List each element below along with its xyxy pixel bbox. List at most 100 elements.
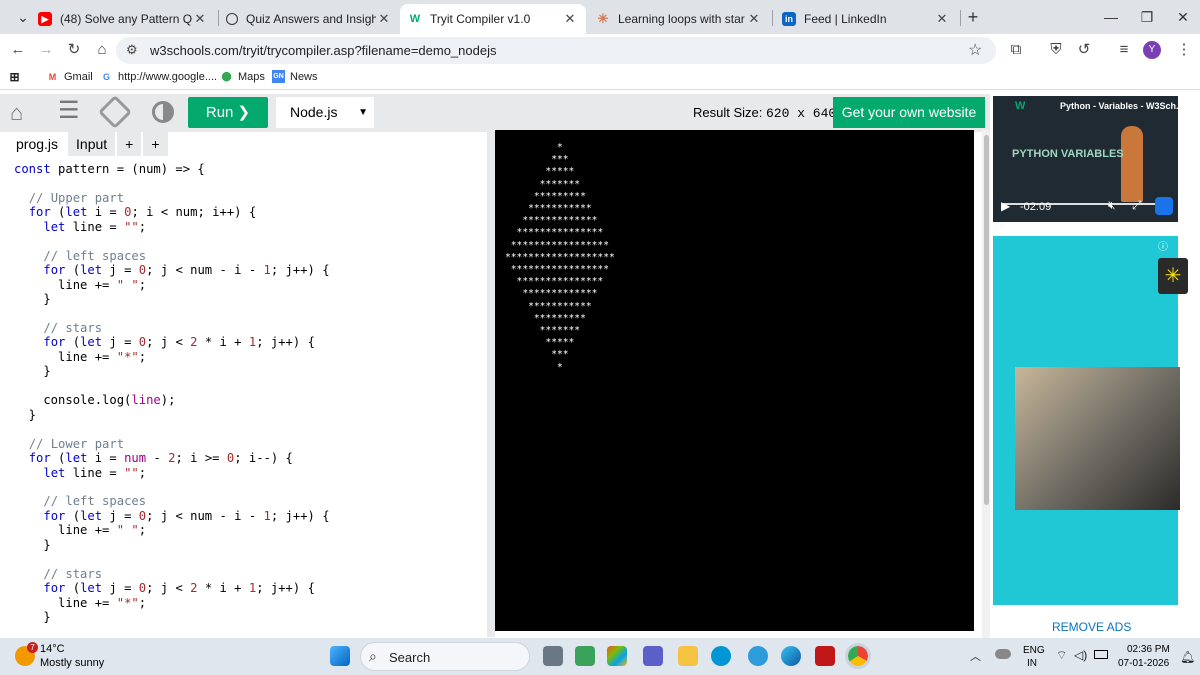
video-time: -02:09 (1020, 201, 1052, 213)
forward-icon[interactable]: → (34, 38, 58, 62)
bookmark-label: News (290, 70, 318, 83)
close-icon[interactable]: ✕ (376, 11, 392, 27)
bookmark-news[interactable]: GN News (272, 70, 318, 83)
shield-icon[interactable]: ⛨ (1044, 38, 1068, 62)
tab-tryit-compiler[interactable]: W Tryit Compiler v1.0 ✕ (400, 4, 586, 34)
bookmark-star-icon[interactable]: ☆ (968, 40, 982, 60)
clock-date[interactable]: 07-01-2026 (1118, 658, 1169, 669)
linkedin-icon: in (782, 12, 796, 26)
help-icon[interactable] (748, 646, 768, 666)
language-indicator[interactable]: ENG (1023, 645, 1045, 656)
language-select[interactable]: Node.js ▼ (276, 97, 374, 128)
history-icon[interactable]: ↺ (1072, 38, 1096, 62)
menu-icon[interactable]: ⋮ (1172, 38, 1196, 62)
window-close-button[interactable]: ✕ (1168, 6, 1198, 28)
output-line: *** (505, 349, 569, 361)
weather-description: Mostly sunny (40, 657, 105, 669)
file-explorer-icon[interactable] (678, 646, 698, 666)
close-icon[interactable]: ✕ (562, 11, 578, 27)
store-icon[interactable] (575, 646, 595, 666)
video-brand-icon (1155, 197, 1173, 215)
url-text[interactable]: w3schools.com/tryit/trycompiler.asp?file… (150, 43, 496, 58)
get-website-button[interactable]: Get your own website (833, 97, 985, 128)
close-icon[interactable]: ✕ (746, 11, 762, 27)
apps-icon[interactable]: ⊞ (8, 70, 26, 84)
chrome-icon[interactable] (845, 643, 871, 669)
bookmarks-bar: ⊞ M Gmail Ghttp://www.google.... ⬤ Maps GN… (0, 66, 1200, 90)
home-icon[interactable]: ⌂ (10, 100, 23, 126)
temperature: 14°C (40, 643, 65, 655)
back-icon[interactable]: ← (6, 38, 30, 62)
taskbar-search[interactable]: ⌕ Search (360, 642, 530, 671)
scrollbar-thumb[interactable] (984, 135, 989, 505)
wifi-icon[interactable]: ⌔ (1056, 648, 1067, 663)
editor-divider[interactable] (487, 132, 495, 637)
rotate-layout-icon[interactable] (98, 95, 132, 129)
battery-icon[interactable] (1094, 650, 1108, 659)
menu-icon[interactable]: ☰ (58, 99, 80, 123)
edge-icon[interactable] (781, 646, 801, 666)
ad-info-icon[interactable]: ⓘ (1158, 238, 1168, 253)
tab-quiz[interactable]: Quiz Answers and Insights ✕ (218, 4, 400, 34)
maps-icon: ⬤ (221, 71, 232, 81)
add-file-button[interactable]: + (143, 132, 168, 156)
tab-linkedin[interactable]: in Feed | LinkedIn ✕ (774, 4, 958, 34)
clock-time[interactable]: 02:36 PM (1127, 644, 1170, 655)
code-editor[interactable]: prog.js Input + + const pattern = (num) … (0, 132, 487, 637)
output-line: ************* (505, 215, 598, 227)
mute-icon[interactable]: 🔇︎ (1108, 198, 1116, 213)
mcafee-icon[interactable] (815, 646, 835, 666)
bookmark-gmail[interactable]: M Gmail (46, 70, 93, 83)
bookmark-google[interactable]: Ghttp://www.google.... (100, 70, 217, 83)
tab-input[interactable]: Input (68, 132, 116, 156)
tab-prog-js[interactable]: prog.js (8, 132, 67, 156)
tab-claude[interactable]: ✳ Learning loops with star pattern ✕ (588, 4, 770, 34)
news-icon: GN (272, 70, 285, 83)
run-button[interactable]: Run ❯ (188, 97, 268, 128)
bookmark-label: Maps (238, 70, 265, 83)
address-bar[interactable]: ⚙ w3schools.com/tryit/trycompiler.asp?fi… (116, 37, 996, 64)
notification-icon[interactable]: 🔔︎ (1180, 650, 1195, 664)
volume-icon[interactable]: ◁) (1074, 648, 1087, 662)
ad-photo (1015, 367, 1180, 510)
extensions-icon[interactable]: ⧉ (1004, 38, 1028, 62)
windows-start-icon[interactable] (330, 646, 350, 666)
video-heading: PYTHON VARIABLES (1012, 148, 1124, 160)
tab-search-icon[interactable]: ⌄ (8, 6, 38, 28)
search-label: Search (389, 650, 431, 665)
remove-ads-link[interactable]: REMOVE ADS (1052, 620, 1131, 634)
output-line: *************** (505, 227, 604, 239)
output-line: ***** (505, 337, 575, 349)
add-file-button[interactable]: + (117, 132, 142, 156)
tab-title: (48) Solve any Pattern Question (60, 12, 192, 26)
close-icon[interactable]: ✕ (934, 11, 950, 27)
tab-youtube[interactable]: ▶ (48) Solve any Pattern Question ✕ (30, 4, 216, 34)
dark-mode-icon[interactable] (152, 101, 174, 123)
cloud-icon[interactable] (995, 649, 1011, 659)
tab-title: Tryit Compiler v1.0 (430, 12, 531, 26)
copilot-icon[interactable] (607, 646, 627, 666)
code-text[interactable]: const pattern = (num) => { // Upper part… (14, 162, 330, 625)
restore-button[interactable]: ❐ (1132, 6, 1162, 28)
language-value: Node.js (290, 104, 338, 120)
output-line: * (505, 361, 563, 373)
chevron-up-icon[interactable]: ︿ (970, 648, 981, 664)
fullscreen-icon[interactable]: ⤢ (1132, 198, 1142, 213)
site-info-icon[interactable]: ⚙ (126, 42, 138, 58)
bookmark-maps[interactable]: ⬤ Maps (220, 70, 265, 83)
teams-icon[interactable] (643, 646, 663, 666)
reading-list-icon[interactable]: ≡ (1112, 38, 1136, 62)
reload-icon[interactable]: ↻ (62, 38, 86, 62)
w3schools-logo-icon: W (1015, 100, 1026, 112)
new-tab-button[interactable]: + (958, 6, 988, 28)
task-view-icon[interactable] (543, 646, 563, 666)
minimize-button[interactable]: — (1096, 6, 1126, 28)
w3schools-icon: W (408, 12, 422, 26)
play-icon[interactable]: ▶ (1001, 199, 1010, 213)
close-icon[interactable]: ✕ (192, 11, 208, 27)
profile-avatar[interactable]: Y (1143, 41, 1161, 59)
output-line: ********* (505, 190, 586, 202)
home-icon[interactable]: ⌂ (90, 38, 114, 62)
browser-toolbar: ← → ↻ ⌂ ⚙ w3schools.com/tryit/trycompile… (0, 34, 1200, 66)
hp-icon[interactable] (711, 646, 731, 666)
